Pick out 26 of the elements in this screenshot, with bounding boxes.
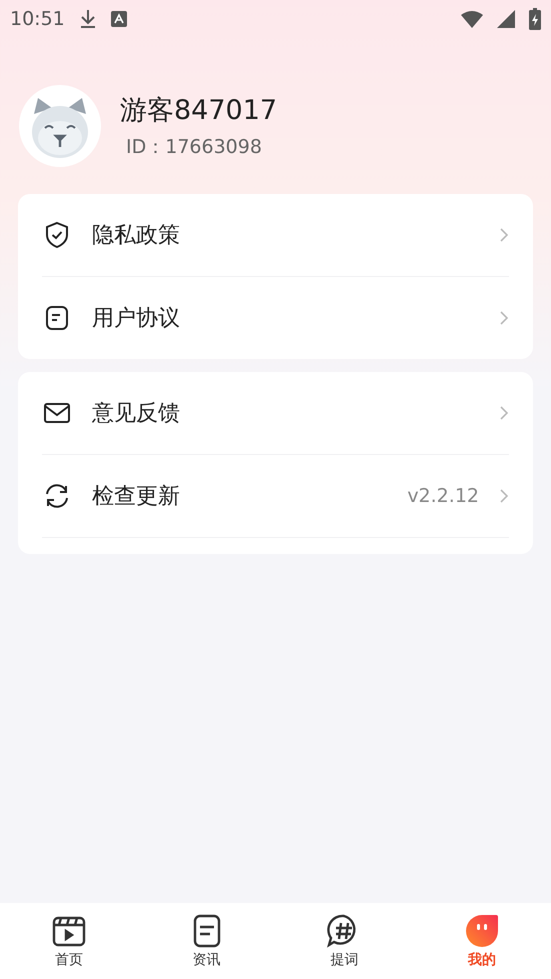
nav-tab[interactable]: 首页 xyxy=(0,903,138,979)
chevron-right-icon xyxy=(499,488,509,504)
version-text: v2.2.12 xyxy=(407,485,479,507)
status-time: 10:51 xyxy=(10,8,65,30)
nav-tab[interactable]: 提词 xyxy=(276,903,414,979)
menu-item[interactable]: 用户协议 xyxy=(42,277,509,359)
menu-item[interactable]: 意见反馈 xyxy=(42,372,509,454)
nav-tab[interactable]: 资讯 xyxy=(138,903,276,979)
battery-icon xyxy=(529,8,541,30)
menu-label: 隐私政策 xyxy=(92,222,181,250)
chevron-right-icon xyxy=(499,310,509,326)
user-id: ID：17663098 xyxy=(126,135,263,160)
chevron-right-icon xyxy=(499,227,509,243)
signal-icon xyxy=(497,10,515,28)
keyboard-icon xyxy=(110,11,127,27)
menu-item[interactable]: 检查更新 v2.2.12 xyxy=(42,455,509,537)
menu-item[interactable]: 隐私政策 xyxy=(42,194,509,276)
menu-label: 用户协议 xyxy=(92,305,181,333)
chat-bubble-icon xyxy=(464,913,500,949)
wifi-icon xyxy=(461,10,483,28)
chevron-right-icon xyxy=(499,405,509,421)
menu-label: 意见反馈 xyxy=(92,400,181,428)
download-icon xyxy=(78,9,97,29)
menu-label: 检查更新 xyxy=(92,483,181,511)
user-name: 游客847017 xyxy=(120,94,278,128)
nav-tab[interactable]: 我的 xyxy=(413,903,551,979)
